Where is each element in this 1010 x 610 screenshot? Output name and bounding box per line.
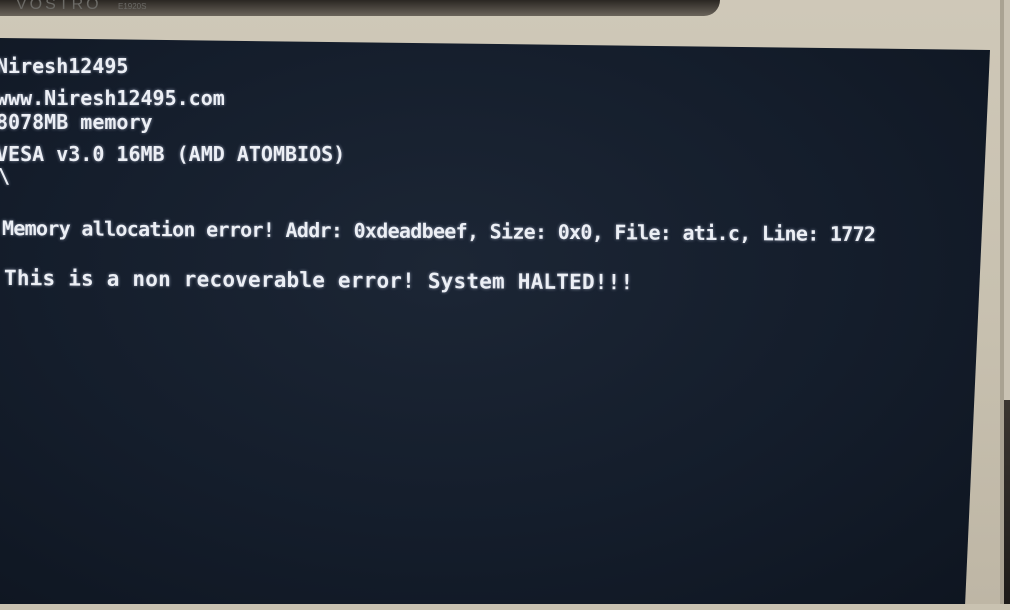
photo-bottom-edge [0,604,1010,610]
console-line-allocation-error: Memory allocation error! Addr: 0xdeadbee… [2,216,876,247]
console-line-vesa: VESA v3.0 16MB (AMD ATOMBIOS) [0,142,346,166]
console-line-hostname: Niresh12495 [0,54,129,78]
monitor-model-label: E1920S [118,2,147,11]
monitor-bezel: VOSTRO E1920S Niresh12495 www.Niresh1249… [0,0,1004,606]
console-screen: Niresh12495 www.Niresh12495.com 8078MB m… [0,38,990,606]
console-line-spinner: \ [0,164,10,188]
console-line-website: www.Niresh12495.com [0,86,225,110]
monitor-brand-logo: VOSTRO [16,0,102,13]
bezel-top-shadow: VOSTRO E1920S [0,0,720,16]
console-line-memory: 8078MB memory [0,110,153,134]
console-line-halted: This is a non recoverable error! System … [4,266,634,295]
